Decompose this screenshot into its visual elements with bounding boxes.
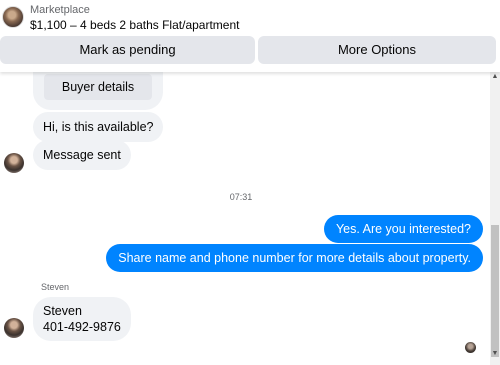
message-timestamp: 07:31 <box>229 192 253 202</box>
buyer-avatar-icon[interactable] <box>4 153 24 173</box>
message-bubble-incoming: Message sent <box>33 140 131 170</box>
contact-name-line: Steven <box>43 304 82 318</box>
chevron-down-icon[interactable]: ▼ <box>490 349 500 359</box>
contact-info-bubble: Steven 401-492-9876 <box>33 297 131 341</box>
more-options-button[interactable]: More Options <box>258 36 496 64</box>
read-receipt-avatar-icon <box>465 342 476 353</box>
marketplace-label: Marketplace <box>30 4 90 16</box>
sender-name-label: Steven <box>41 282 70 292</box>
chat-header: Marketplace $1,100 – 4 beds 2 baths Flat… <box>0 0 500 72</box>
message-bubble-incoming: Hi, is this available? <box>33 112 164 142</box>
message-bubble-outgoing: Share name and phone number for more det… <box>106 244 483 272</box>
message-bubble-outgoing: Yes. Are you interested? <box>323 215 483 243</box>
chevron-up-icon[interactable]: ▲ <box>490 72 500 82</box>
contact-phone-line: 401-492-9876 <box>43 320 121 334</box>
scrollbar-thumb[interactable] <box>491 225 499 357</box>
listing-title[interactable]: $1,100 – 4 beds 2 baths Flat/apartment <box>30 18 239 32</box>
buyer-avatar-icon[interactable] <box>4 318 24 338</box>
message-thread: Buyer details Hi, is this available? Mes… <box>0 72 490 365</box>
buyer-details-button[interactable]: Buyer details <box>44 74 152 100</box>
seller-avatar-icon[interactable] <box>2 6 24 28</box>
mark-as-pending-button[interactable]: Mark as pending <box>0 36 255 64</box>
thread-scrollbar[interactable]: ▲ ▼ <box>490 72 500 365</box>
